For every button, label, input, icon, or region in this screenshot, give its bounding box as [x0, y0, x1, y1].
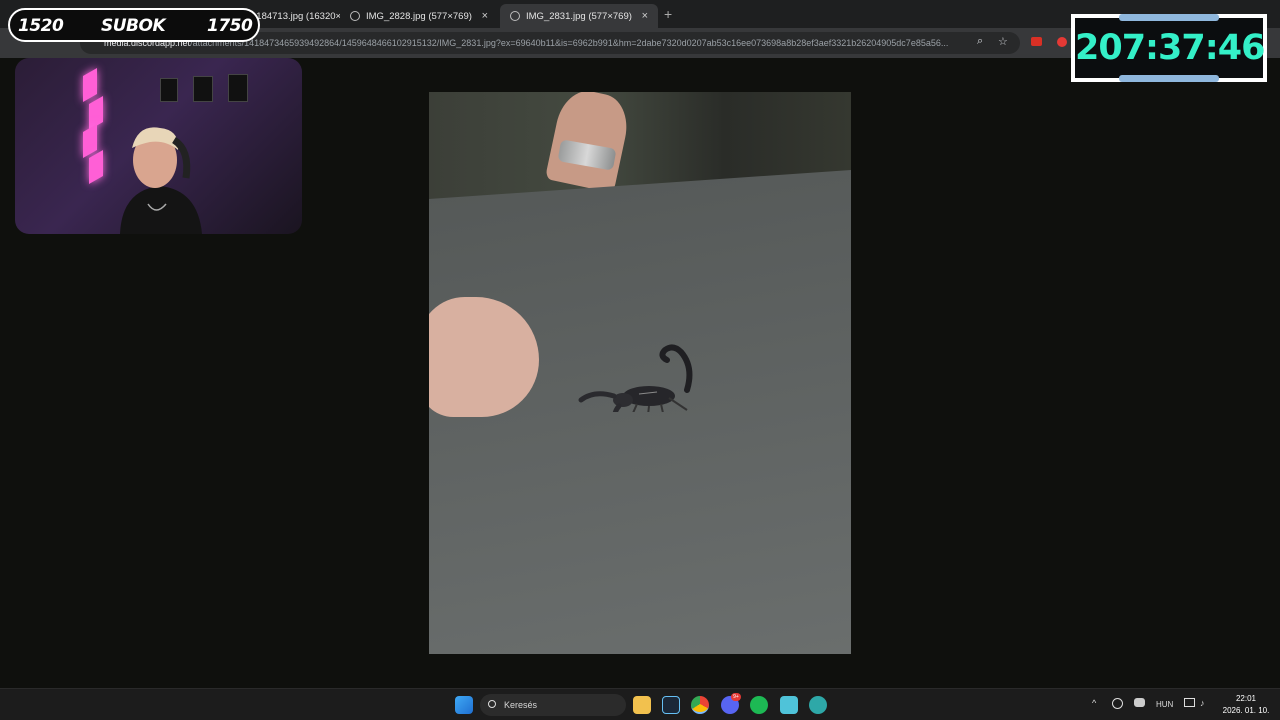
timer-value: 207:37:46: [1075, 28, 1265, 68]
zoom-icon[interactable]: ⌕: [977, 35, 983, 48]
search-placeholder: Keresés: [504, 700, 538, 710]
globe-icon: [510, 11, 520, 21]
tab-image-2[interactable]: IMG_2828.jpg (577×769) ×: [340, 4, 498, 28]
close-tab-icon[interactable]: ×: [474, 10, 488, 22]
network-icon[interactable]: [1184, 698, 1195, 707]
chrome-icon[interactable]: [691, 696, 709, 714]
wall-frame: [228, 74, 248, 102]
scorpion-shape: [578, 344, 693, 412]
timer-accent-bar: [1119, 75, 1219, 82]
windows-taskbar: Keresés 9+ ^ HUN ♪ 22:01 2026. 01. 10.: [0, 688, 1280, 720]
taskbar-search[interactable]: Keresés: [480, 694, 626, 716]
scorpion-photo[interactable]: [429, 92, 851, 654]
search-icon: [488, 700, 496, 708]
tab-title: IMG_2831.jpg (577×769): [526, 10, 632, 22]
counter-current: 1520: [18, 16, 64, 36]
screen: 260110_184713.jpg (16320× × IMG_2828.jpg…: [0, 0, 1280, 720]
url-path: /attachments/1418473465939492864/1459648…: [190, 38, 949, 48]
extension-icon[interactable]: [1057, 37, 1067, 47]
language-indicator[interactable]: HUN: [1156, 700, 1173, 709]
timer-accent-bar: [1119, 14, 1219, 21]
clock-time: 22:01: [1235, 694, 1257, 703]
counter-goal: 1750: [207, 16, 253, 36]
extension-icon[interactable]: [1031, 37, 1042, 46]
system-clock[interactable]: 22:01 2026. 01. 10.: [1218, 693, 1274, 717]
steam-icon[interactable]: [662, 696, 680, 714]
tab-title: IMG_2828.jpg (577×769): [366, 10, 472, 22]
neon-light: [89, 149, 103, 185]
wall-frame: [160, 78, 178, 102]
close-tab-icon[interactable]: ×: [634, 10, 648, 22]
wall-frame: [193, 76, 213, 102]
windows-start-icon[interactable]: [455, 696, 473, 714]
globe-icon: [350, 11, 360, 21]
bookmark-star-icon[interactable]: ☆: [998, 35, 1008, 48]
new-tab-button[interactable]: +: [664, 6, 672, 22]
tray-chevron-icon[interactable]: ^: [1092, 698, 1096, 708]
tab-image-3-active[interactable]: IMG_2831.jpg (577×769) ×: [500, 4, 658, 28]
tray-discord-icon[interactable]: [1134, 698, 1145, 707]
file-explorer-icon[interactable]: [633, 696, 651, 714]
streamer: [120, 127, 202, 234]
sub-goal-counter: 1520 SUBOK 1750: [8, 8, 260, 42]
spotify-icon[interactable]: [750, 696, 768, 714]
discord-notification-badge: 9+: [731, 693, 741, 701]
tray-app-icon[interactable]: [1112, 698, 1123, 709]
neon-light: [83, 123, 97, 159]
volume-icon[interactable]: ♪: [1200, 698, 1205, 708]
globe-app-icon[interactable]: [809, 696, 827, 714]
notepad-icon[interactable]: [780, 696, 798, 714]
webcam-overlay: [15, 58, 302, 234]
neon-light: [83, 67, 97, 103]
counter-label: SUBOK: [101, 16, 166, 36]
subathon-timer: 207:37:46: [1071, 14, 1267, 82]
clock-date: 2026. 01. 10.: [1222, 706, 1270, 715]
